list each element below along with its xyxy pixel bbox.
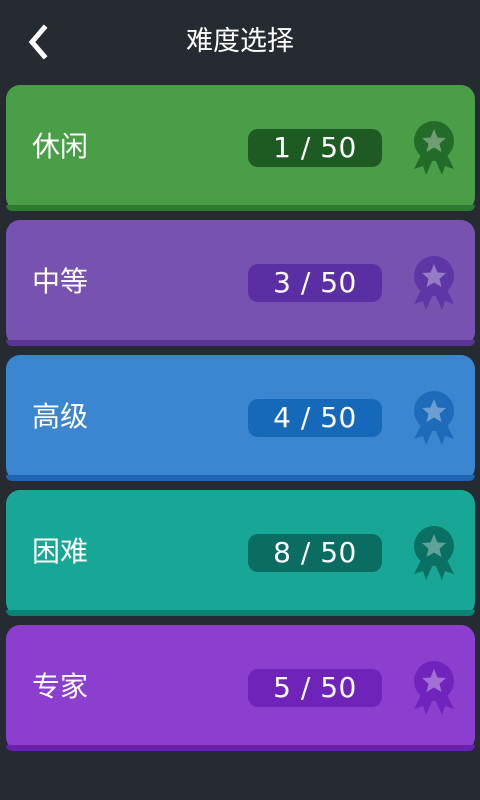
difficulty-card-medium[interactable]: 中等 3 / 50: [6, 220, 475, 346]
star-medal-icon: [404, 389, 464, 449]
progress-count: 3 / 50: [248, 264, 382, 302]
card-shadow: [6, 475, 475, 481]
top-bar: 难度选择: [0, 0, 480, 84]
difficulty-card-expert[interactable]: 专家 5 / 50: [6, 625, 475, 751]
progress-count: 1 / 50: [248, 129, 382, 167]
star-medal-icon: [404, 254, 464, 314]
difficulty-card-casual[interactable]: 休闲 1 / 50: [6, 85, 475, 211]
progress-count: 4 / 50: [248, 399, 382, 437]
card-shadow: [6, 745, 475, 751]
star-medal-icon: [404, 524, 464, 584]
difficulty-label: 专家: [32, 670, 89, 703]
difficulty-label: 中等: [32, 265, 89, 298]
progress-count: 8 / 50: [248, 534, 382, 572]
difficulty-label: 困难: [32, 535, 89, 568]
star-medal-icon: [404, 119, 464, 179]
difficulty-label: 休闲: [32, 130, 89, 163]
star-medal-icon: [404, 659, 464, 719]
difficulty-card-hard[interactable]: 困难 8 / 50: [6, 490, 475, 616]
difficulty-label: 高级: [32, 400, 89, 433]
card-shadow: [6, 340, 475, 346]
progress-count: 5 / 50: [248, 669, 382, 707]
page-title: 难度选择: [186, 26, 294, 57]
card-shadow: [6, 205, 475, 211]
difficulty-card-advanced[interactable]: 高级 4 / 50: [6, 355, 475, 481]
difficulty-list: 休闲 1 / 50 中等 3 / 50 高级 4 / 50 困难 8 / 50 …: [6, 85, 475, 760]
card-shadow: [6, 610, 475, 616]
